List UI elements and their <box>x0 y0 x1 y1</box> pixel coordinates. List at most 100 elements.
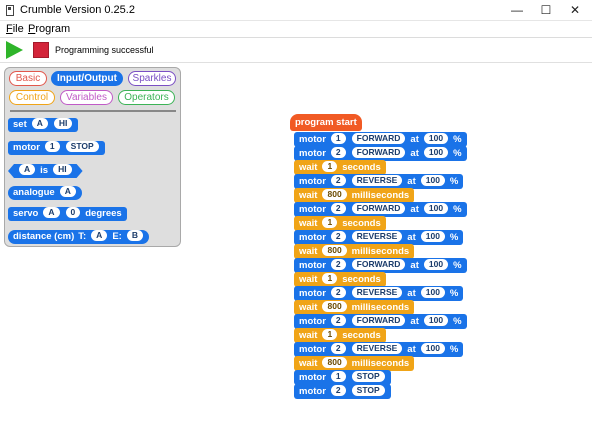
motor-speed-pill[interactable]: 100 <box>423 315 449 326</box>
motor-speed-pill[interactable]: 100 <box>423 259 449 270</box>
wait-block[interactable]: wait 1 seconds <box>294 272 386 287</box>
play-icon[interactable] <box>6 41 23 59</box>
wait-block[interactable]: wait 1 seconds <box>294 216 386 231</box>
motor-number-pill[interactable]: 2 <box>330 203 346 214</box>
motor-speed-pill[interactable]: 100 <box>423 147 449 158</box>
block-state-pill[interactable]: HI <box>53 164 72 175</box>
motor-block[interactable]: motor 2 REVERSE at 100% <box>294 342 464 357</box>
block-keyword: wait <box>299 246 318 257</box>
category-variables[interactable]: Variables <box>60 90 113 105</box>
wait-value-pill[interactable]: 800 <box>322 245 347 256</box>
motor-direction-pill[interactable]: FORWARD <box>351 259 406 270</box>
motor-direction-pill[interactable]: FORWARD <box>351 315 406 326</box>
wait-block[interactable]: wait 1 seconds <box>294 160 386 175</box>
wait-value-pill[interactable]: 1 <box>322 217 338 228</box>
wait-value-pill[interactable]: 800 <box>322 301 347 312</box>
category-sparkles[interactable]: Sparkles <box>128 71 176 86</box>
motor-number-pill[interactable]: 1 <box>330 133 346 144</box>
block-keyword: motor <box>13 142 40 153</box>
wait-value-pill[interactable]: 800 <box>322 357 347 368</box>
motor-block[interactable]: motor 2 FORWARD at 100% <box>294 258 467 273</box>
wait-block[interactable]: wait 800 milliseconds <box>294 356 415 371</box>
block-motor-pill[interactable]: 1 <box>44 141 60 152</box>
motor-number-pill[interactable]: 2 <box>330 315 346 326</box>
motor-speed-pill[interactable]: 100 <box>420 231 445 242</box>
block-pin-pill[interactable]: A <box>31 118 48 129</box>
menu-program[interactable]: Program <box>28 23 70 35</box>
motor-block[interactable]: motor 2 FORWARD at 100% <box>294 202 467 217</box>
palette-block-servo[interactable]: servo A 0 degrees <box>8 207 127 221</box>
motor-speed-pill[interactable]: 100 <box>420 175 445 186</box>
block-state-pill[interactable]: HI <box>53 118 73 129</box>
motor-block[interactable]: motor 2 REVERSE at 100% <box>294 286 464 301</box>
motor-direction-pill[interactable]: REVERSE <box>351 343 403 354</box>
category-control-label: Control <box>15 92 49 103</box>
maximize-button[interactable]: ☐ <box>531 0 561 21</box>
block-keyword: wait <box>299 358 318 369</box>
motor-direction-pill[interactable]: FORWARD <box>351 133 406 144</box>
block-keyword: set <box>13 119 27 130</box>
palette-block-set[interactable]: set A HI <box>8 118 79 132</box>
motor-block[interactable]: motor 1 FORWARD at 100% <box>294 132 467 147</box>
block-pin-pill[interactable]: A <box>59 186 76 197</box>
block-dir-pill[interactable]: STOP <box>65 141 99 152</box>
percent-label: % <box>449 176 459 187</box>
motor-speed-pill[interactable]: 100 <box>423 133 449 144</box>
category-basic[interactable]: Basic <box>9 71 47 86</box>
wait-value-pill[interactable]: 1 <box>322 161 338 172</box>
motor-direction-pill[interactable]: FORWARD <box>351 203 406 214</box>
motor-block[interactable]: motor 2 REVERSE at 100% <box>294 174 464 189</box>
program-start-block[interactable]: program start <box>290 114 362 131</box>
stop-icon[interactable] <box>33 42 49 58</box>
motor-number-pill[interactable]: 2 <box>330 287 346 298</box>
motor-direction-pill[interactable]: STOP <box>351 385 385 396</box>
wait-value-pill[interactable]: 1 <box>322 329 338 340</box>
palette-block-motor[interactable]: motor 1 STOP <box>8 141 105 155</box>
motor-number-pill[interactable]: 2 <box>330 147 346 158</box>
minimize-button[interactable]: — <box>502 0 532 21</box>
wait-block[interactable]: wait 800 milliseconds <box>294 300 415 315</box>
program-start-label: program start <box>295 117 357 128</box>
motor-direction-pill[interactable]: FORWARD <box>351 147 406 158</box>
motor-direction-pill[interactable]: REVERSE <box>351 287 403 298</box>
wait-value-pill[interactable]: 800 <box>322 189 347 200</box>
motor-direction-pill[interactable]: STOP <box>351 371 385 382</box>
category-control[interactable]: Control <box>9 90 55 105</box>
block-pin-pill[interactable]: A <box>19 164 35 175</box>
category-input-output[interactable]: Input/Output <box>51 71 123 86</box>
block-pin-pill[interactable]: A <box>91 230 108 241</box>
motor-number-pill[interactable]: 1 <box>330 371 346 382</box>
wait-block[interactable]: wait 800 milliseconds <box>294 188 415 203</box>
motor-block[interactable]: motor 2 FORWARD at 100% <box>294 314 467 329</box>
close-button[interactable]: ✕ <box>560 0 590 21</box>
category-operators[interactable]: Operators <box>118 90 175 105</box>
palette-block-analogue[interactable]: analogue A <box>8 186 82 200</box>
motor-speed-pill[interactable]: 100 <box>420 287 445 298</box>
block-at-label: at <box>407 176 416 187</box>
block-keyword: degrees <box>85 208 122 219</box>
menu-file[interactable]: File <box>6 23 24 35</box>
palette-block-distance[interactable]: distance (cm) T: A E: B <box>8 230 149 244</box>
motor-direction-pill[interactable]: REVERSE <box>351 175 403 186</box>
motor-number-pill[interactable]: 2 <box>330 175 346 186</box>
block-pin-pill[interactable]: B <box>126 230 143 241</box>
palette-divider <box>10 110 176 112</box>
motor-number-pill[interactable]: 2 <box>330 259 346 270</box>
block-at-label: at <box>410 148 419 159</box>
palette-block-is[interactable]: Ais HI <box>8 164 83 178</box>
motor-stop-block[interactable]: motor 2 STOP <box>294 384 391 399</box>
block-pin-pill[interactable]: A <box>43 207 60 218</box>
motor-direction-pill[interactable]: REVERSE <box>351 231 403 242</box>
motor-speed-pill[interactable]: 100 <box>423 203 449 214</box>
motor-block[interactable]: motor 2 FORWARD at 100% <box>294 146 467 161</box>
motor-number-pill[interactable]: 2 <box>330 385 346 396</box>
block-value-pill[interactable]: 0 <box>65 207 81 218</box>
wait-block[interactable]: wait 800 milliseconds <box>294 244 415 259</box>
motor-number-pill[interactable]: 2 <box>330 343 346 354</box>
motor-number-pill[interactable]: 2 <box>330 231 346 242</box>
wait-block[interactable]: wait 1 seconds <box>294 328 386 343</box>
motor-speed-pill[interactable]: 100 <box>420 343 445 354</box>
wait-value-pill[interactable]: 1 <box>322 273 338 284</box>
motor-block[interactable]: motor 2 REVERSE at 100% <box>294 230 464 245</box>
motor-stop-block[interactable]: motor 1 STOP <box>294 370 391 385</box>
